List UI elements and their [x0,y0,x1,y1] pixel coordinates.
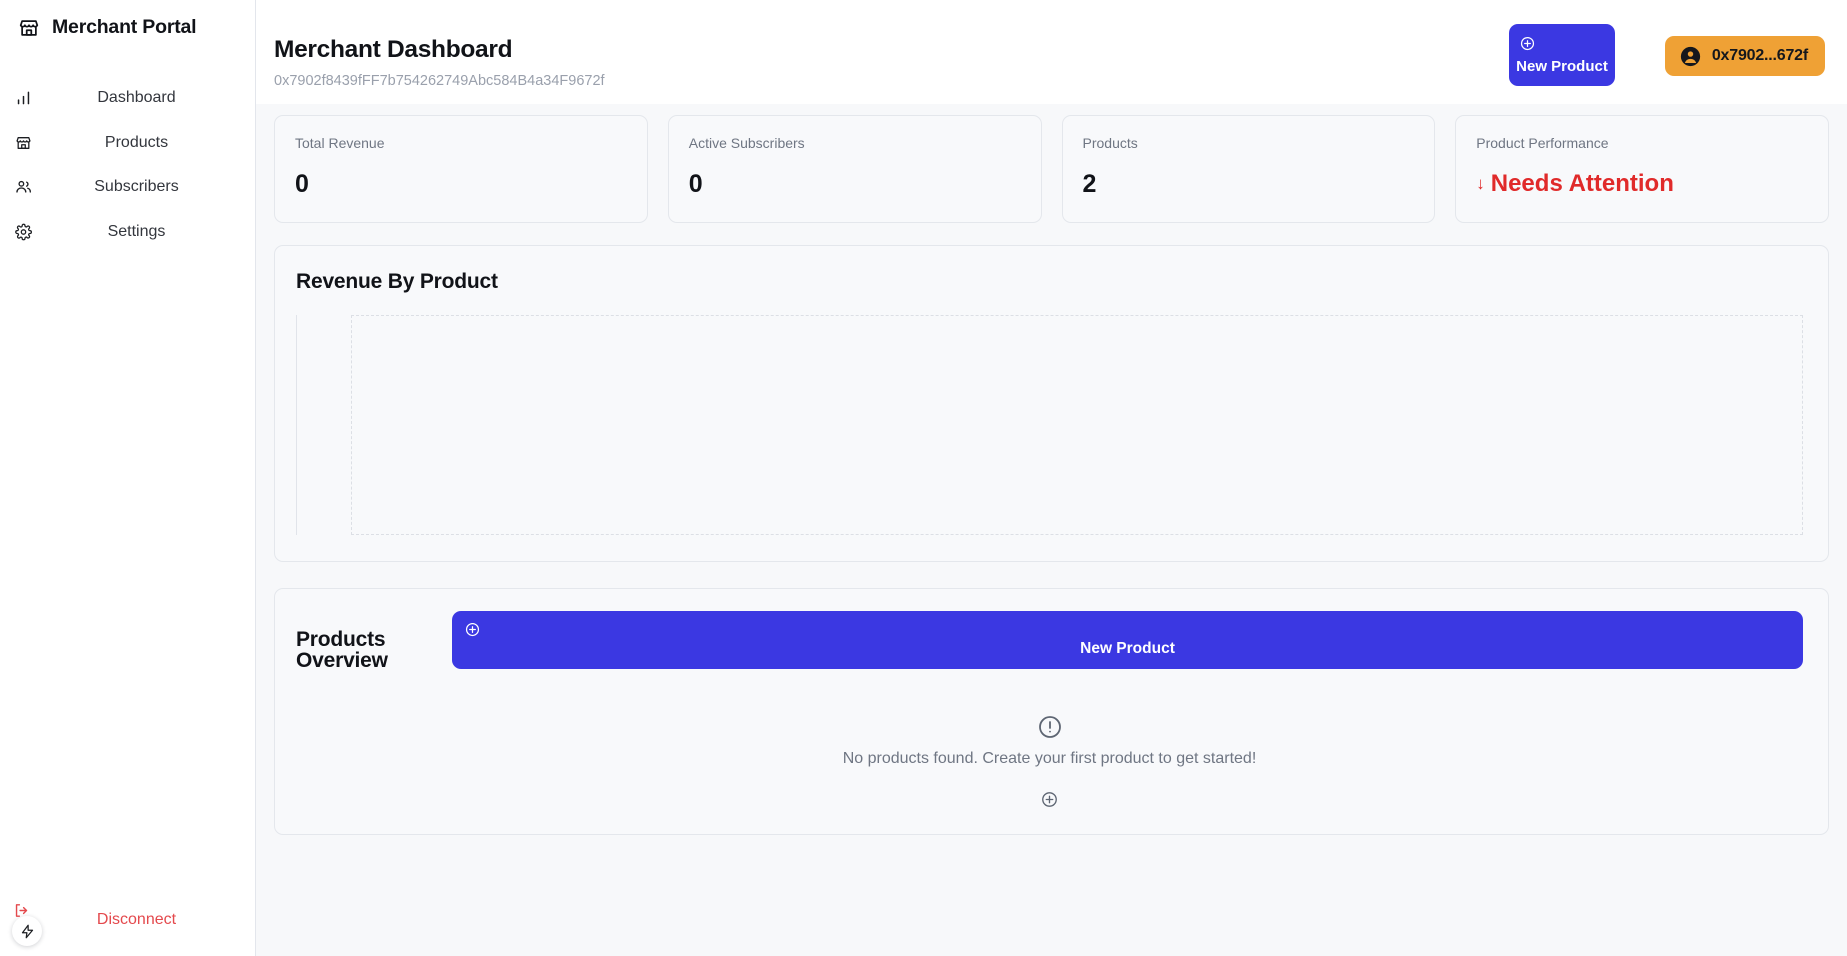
sidebar-item-label: Subscribers [94,178,179,196]
arrow-down-icon: ↓ [1476,174,1485,193]
stat-cards: Total Revenue 0 Active Subscribers 0 Pro… [274,115,1829,223]
sidebar: Merchant Portal Dashboard Products Subsc… [0,0,256,956]
stat-value: 0 [688,170,703,198]
page-title: Merchant Dashboard [274,36,513,63]
sidebar-item-settings[interactable]: Settings [0,210,255,255]
stat-value: 2 [1082,170,1097,198]
stat-label: Total Revenue [295,135,385,151]
products-header: Products Overview New Product [296,611,1803,671]
dashboard-content: Total Revenue 0 Active Subscribers 0 Pro… [256,115,1847,835]
user-circle-icon [1680,46,1701,67]
products-overview-panel: Products Overview New Product No product… [274,588,1829,835]
main-content: Merchant Dashboard 0x7902f8439fFF7b75426… [256,0,1847,956]
status-text: Needs Attention [1490,170,1674,197]
stat-label: Active Subscribers [688,135,805,151]
stat-card-product-performance: Product Performance ↓ Needs Attention [1455,115,1829,223]
chart-plot-area-empty [351,315,1803,535]
products-overview-title: Products Overview [296,628,388,672]
new-product-button-header[interactable]: New Product [1509,24,1615,86]
sidebar-item-products[interactable]: Products [0,121,255,166]
page-header: Merchant Dashboard 0x7902f8439fFF7b75426… [256,0,1847,104]
panel-title: Revenue By Product [296,270,498,293]
sidebar-nav: Dashboard Products Subscribers Settings [0,76,255,254]
plus-circle-icon[interactable] [1041,791,1058,808]
revenue-by-product-panel: Revenue By Product [274,245,1829,562]
products-empty-state: No products found. Create your first pro… [296,715,1803,808]
sidebar-item-dashboard[interactable]: Dashboard [0,76,255,121]
status-badge: ↓ Needs Attention [1476,170,1808,198]
plus-circle-icon [1520,36,1535,51]
empty-state-message: No products found. Create your first pro… [842,750,1257,767]
wallet-address-label: 0x7902...672f [1711,47,1808,64]
app-root: Merchant Portal Dashboard Products Subsc… [0,0,1847,956]
stat-card-total-revenue: Total Revenue 0 [274,115,648,223]
brand: Merchant Portal [0,0,255,39]
stat-value: 0 [295,170,309,198]
sidebar-item-label: Dashboard [97,89,176,107]
new-product-label: New Product [1080,640,1175,657]
sidebar-item-label: Products [104,133,169,151]
store-icon [18,17,40,39]
new-product-label: New Product [1516,58,1608,75]
wallet-address-button[interactable]: 0x7902...672f [1664,36,1825,76]
stat-card-active-subscribers: Active Subscribers 0 [667,115,1042,223]
sidebar-item-subscribers[interactable]: Subscribers [0,165,255,210]
alert-circle-icon [1038,715,1062,739]
disconnect-label: Disconnect [96,911,177,928]
merchant-address: 0x7902f8439fFF7b754262749Abc584B4a34F967… [274,73,605,89]
stat-label: Products [1082,135,1138,151]
sidebar-item-label: Settings [107,222,166,240]
brand-title: Merchant Portal [52,16,197,39]
new-product-button-wide[interactable]: New Product [452,611,1803,669]
stat-card-products: Products 2 [1061,115,1436,223]
disconnect-button[interactable]: Disconnect [0,902,255,946]
chart-y-axis [296,315,297,535]
plus-circle-icon [465,622,480,637]
stat-label: Product Performance [1476,135,1609,151]
revenue-chart [296,315,1803,535]
